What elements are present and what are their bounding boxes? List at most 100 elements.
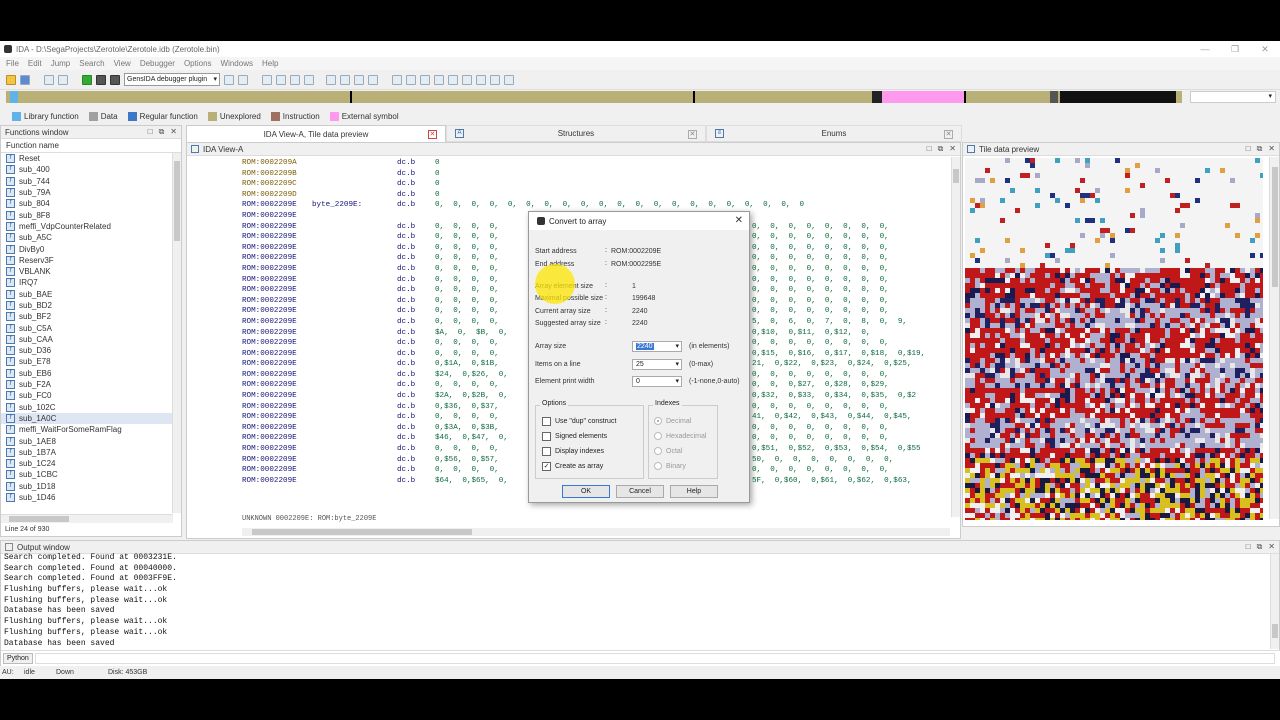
code-line[interactable]: ROM:0002209A dc.b 0 xyxy=(242,158,950,169)
ok-button[interactable]: OK xyxy=(562,485,610,498)
undefine-icon[interactable] xyxy=(490,74,500,85)
function-list-item[interactable]: f sub_EB6 xyxy=(1,368,181,379)
copy-icon[interactable] xyxy=(420,74,430,85)
output-scrollbar[interactable] xyxy=(1270,554,1279,649)
menu-options[interactable]: Options xyxy=(184,59,212,68)
maximize-button[interactable]: ❐ xyxy=(1220,41,1250,57)
forward-icon[interactable] xyxy=(58,74,68,85)
open-icon[interactable] xyxy=(6,74,16,85)
use-dup-checkbox[interactable]: Use "dup" construct xyxy=(542,417,616,426)
graph-icon[interactable] xyxy=(304,74,314,85)
back-icon[interactable] xyxy=(44,74,54,85)
function-list-item[interactable]: f sub_F2A xyxy=(1,379,181,390)
restore-icon[interactable]: ⧉ xyxy=(1257,542,1263,552)
tab-enums[interactable]: ≡ Enums ✕ xyxy=(705,125,962,142)
ida-view-hscroll[interactable] xyxy=(242,528,950,536)
nav-dropdown[interactable]: ▾ xyxy=(1190,91,1276,103)
float-icon[interactable]: □ xyxy=(927,144,932,154)
menu-search[interactable]: Search xyxy=(79,59,104,68)
items-on-line-input[interactable]: 25 xyxy=(632,359,682,370)
functions-scrollbar[interactable] xyxy=(172,153,181,513)
tab-structures[interactable]: A Structures ✕ xyxy=(445,125,706,142)
function-list-item[interactable]: f Reserv3F xyxy=(1,255,181,266)
function-list-item[interactable]: f Reset xyxy=(1,153,181,164)
paste-icon[interactable] xyxy=(434,74,444,85)
function-list-item[interactable]: f sub_C5A xyxy=(1,322,181,333)
menu-file[interactable]: File xyxy=(6,59,19,68)
code-line[interactable]: ROM:0002209E byte_2209E: dc.b 0, 0, 0, 0, 0… xyxy=(242,200,950,211)
output-log[interactable]: Search completed. Found at 0003231E. Sear… xyxy=(4,553,1264,649)
stop-icon[interactable] xyxy=(110,74,120,85)
menu-view[interactable]: View xyxy=(114,59,131,68)
hexadecimal-radio[interactable]: Hexadecimal xyxy=(654,432,706,440)
functions-hscroll[interactable] xyxy=(1,514,173,523)
close-icon[interactable]: ✕ xyxy=(1268,542,1275,552)
menu-windows[interactable]: Windows xyxy=(221,59,253,68)
view-data-icon[interactable] xyxy=(340,74,350,85)
menu-edit[interactable]: Edit xyxy=(28,59,42,68)
navigation-band[interactable] xyxy=(6,91,1182,103)
restore-icon[interactable]: ⧉ xyxy=(1257,144,1263,154)
print-width-input[interactable]: 0 xyxy=(632,376,682,387)
close-tab-icon[interactable]: ✕ xyxy=(427,130,437,139)
debugger-select[interactable]: GensIDA debugger plugin xyxy=(124,73,220,86)
function-list-item[interactable]: f sub_1CBC xyxy=(1,469,181,480)
float-icon[interactable]: □ xyxy=(1246,542,1251,552)
function-list-item[interactable]: f sub_1C24 xyxy=(1,458,181,469)
string-icon[interactable] xyxy=(462,74,472,85)
function-list-item[interactable]: f sub_BAE xyxy=(1,289,181,300)
function-list-item[interactable]: f VBLANK xyxy=(1,266,181,277)
octal-radio[interactable]: Octal xyxy=(654,447,682,455)
function-list-item[interactable]: f DivBy0 xyxy=(1,243,181,254)
filter-icon[interactable] xyxy=(290,74,300,85)
binary-radio[interactable]: Binary xyxy=(654,462,686,470)
close-tab-icon[interactable]: ✕ xyxy=(944,130,953,139)
array-size-input[interactable]: 2240 xyxy=(632,341,682,352)
function-list-item[interactable]: f sub_1D18 xyxy=(1,481,181,492)
python-lang-button[interactable]: Python xyxy=(3,653,33,664)
dialog-close-button[interactable]: ✕ xyxy=(735,215,743,226)
close-icon[interactable]: ✕ xyxy=(1268,144,1275,154)
help-button[interactable]: Help xyxy=(670,485,718,498)
float-icon[interactable]: □ xyxy=(148,127,153,137)
step-icon[interactable] xyxy=(238,74,248,85)
close-icon[interactable]: ✕ xyxy=(170,127,177,137)
function-name-column[interactable]: Function name xyxy=(1,139,181,153)
function-list-item[interactable]: f sub_1D46 xyxy=(1,492,181,503)
function-list-item[interactable]: f sub_8F8 xyxy=(1,209,181,220)
menu-jump[interactable]: Jump xyxy=(51,59,71,68)
close-tab-icon[interactable]: ✕ xyxy=(687,130,697,139)
function-list-item[interactable]: f IRQ7 xyxy=(1,277,181,288)
view-struct-icon[interactable] xyxy=(368,74,378,85)
float-icon[interactable]: □ xyxy=(1246,144,1251,154)
function-list-item[interactable]: f sub_FC0 xyxy=(1,390,181,401)
minimize-button[interactable]: — xyxy=(1190,41,1220,57)
function-list-item[interactable]: f sub_744 xyxy=(1,176,181,187)
create-as-array-checkbox[interactable]: ✓ Create as array xyxy=(542,462,603,471)
array-icon[interactable] xyxy=(476,74,486,85)
save-icon[interactable] xyxy=(20,74,30,85)
view-hex-icon[interactable] xyxy=(354,74,364,85)
function-list-item[interactable]: f sub_1AE8 xyxy=(1,435,181,446)
function-list-item[interactable]: f sub_400 xyxy=(1,164,181,175)
ida-view-scrollbar[interactable] xyxy=(951,157,960,517)
function-list-item[interactable]: f meffi_WaitForSomeRamFlag xyxy=(1,424,181,435)
decimal-radio[interactable]: Decimal xyxy=(654,417,691,425)
view-code-icon[interactable] xyxy=(326,74,336,85)
menu-debugger[interactable]: Debugger xyxy=(140,59,175,68)
function-list-item[interactable]: f sub_BF2 xyxy=(1,311,181,322)
command-input[interactable] xyxy=(35,653,1275,664)
menu-help[interactable]: Help xyxy=(262,59,278,68)
xref-icon[interactable] xyxy=(406,74,416,85)
code-line[interactable]: ROM:0002209D dc.b 0 xyxy=(242,190,950,201)
restore-icon[interactable]: ⧉ xyxy=(159,127,165,137)
function-list-item[interactable]: f sub_E78 xyxy=(1,356,181,367)
function-list-item[interactable]: f meffi_VdpCounterRelated xyxy=(1,221,181,232)
restore-icon[interactable]: ⧉ xyxy=(938,144,944,154)
pause-icon[interactable] xyxy=(96,74,106,85)
plugin-icon[interactable] xyxy=(504,74,514,85)
select-icon[interactable] xyxy=(448,74,458,85)
function-list-item[interactable]: f sub_1A0C xyxy=(1,412,181,425)
code-line[interactable]: ROM:0002209B dc.b 0 xyxy=(242,169,950,180)
tools-icon[interactable] xyxy=(276,74,286,85)
